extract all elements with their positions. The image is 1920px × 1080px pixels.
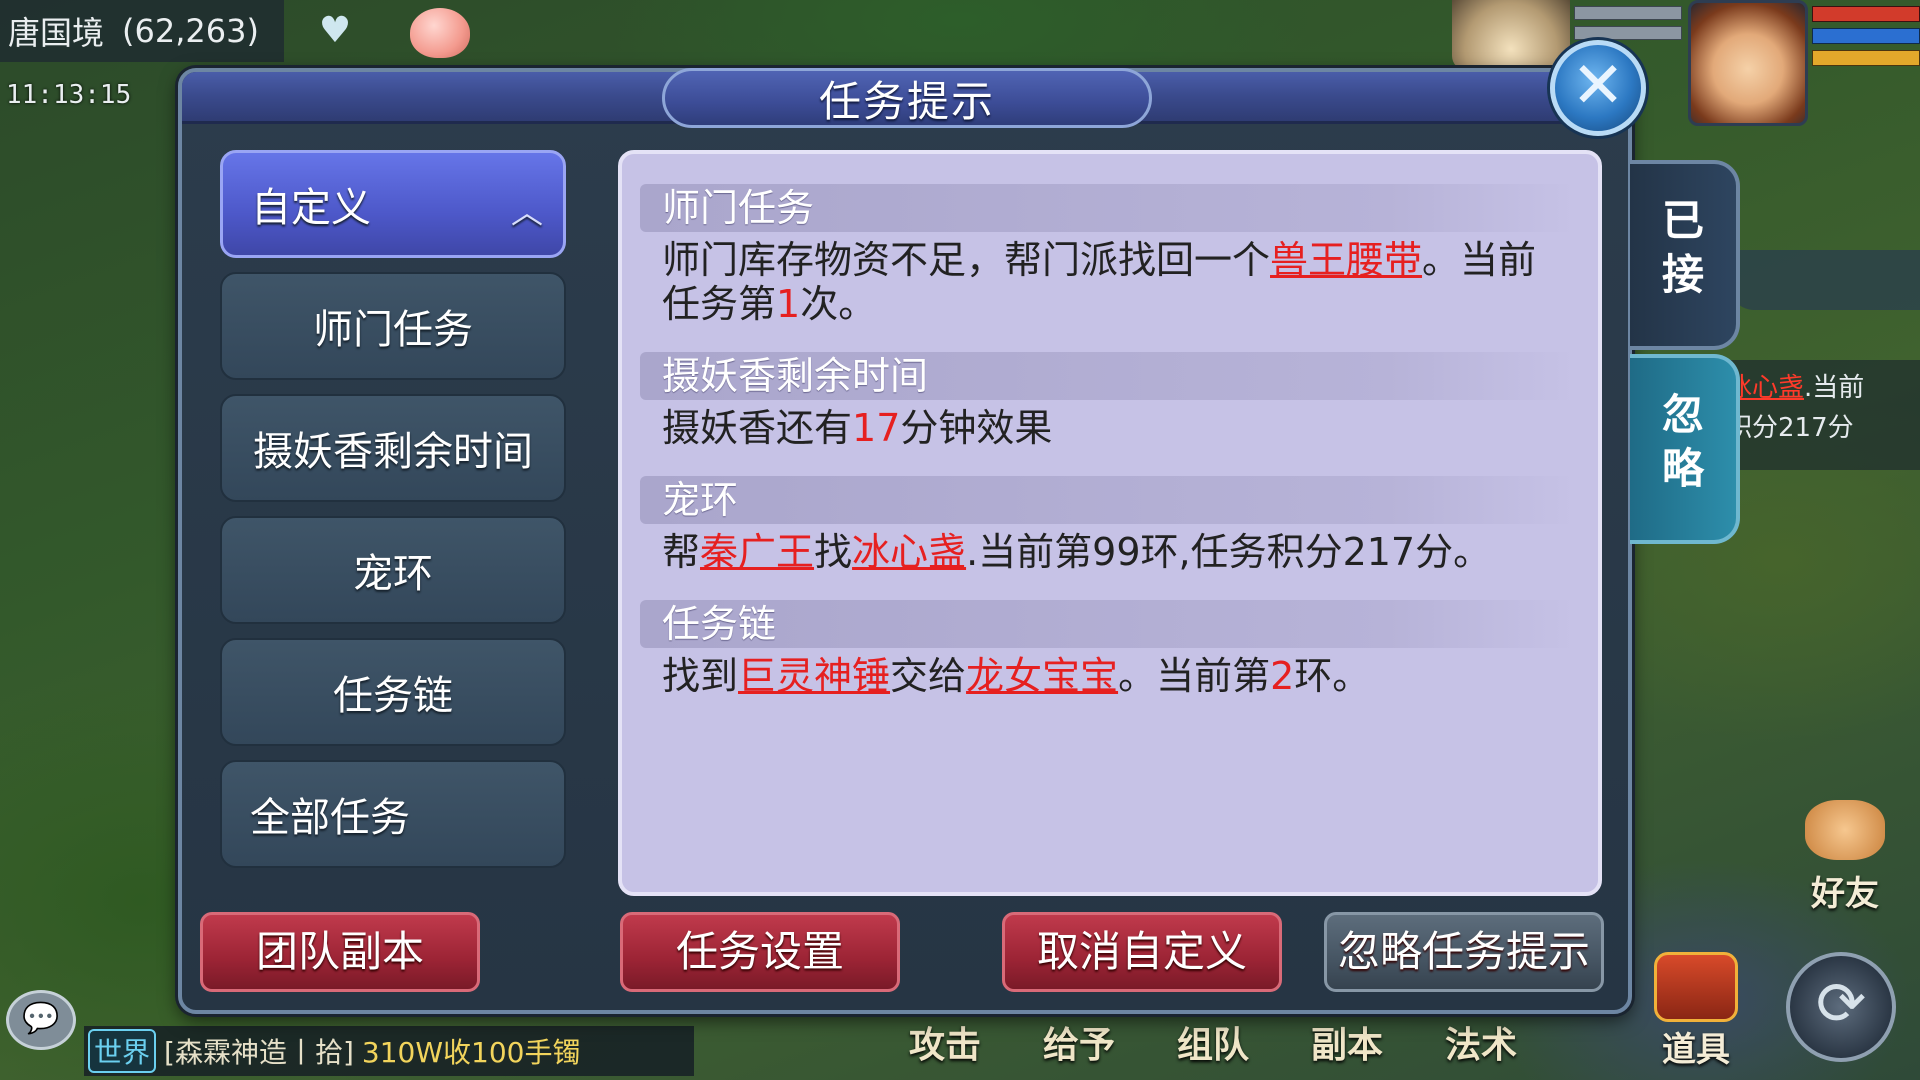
shimen-text-1: 师门库存物资不足，帮门派找回一个 [662, 238, 1271, 282]
section-header-sheyao: 摄妖香剩余时间 [640, 352, 1576, 400]
location-bar[interactable]: 唐国境 (62,263) [0, 0, 284, 62]
player-status-bars [1812, 6, 1920, 66]
sheyao-text-2: 分钟效果 [900, 406, 1053, 450]
close-button[interactable]: ✕ [1550, 40, 1646, 136]
section-body-chonghuan: 帮秦广王找冰心盏.当前第99环,任务积分217分。 [640, 524, 1576, 574]
nav-renwulian-label: 任务链 [333, 673, 453, 719]
team-dungeon-button[interactable]: 团队副本 [200, 912, 480, 992]
chat-icon[interactable]: 💬 [6, 990, 76, 1050]
section-header-chonghuan: 宠环 [640, 476, 1576, 524]
nav-renwulian[interactable]: 任务链 [220, 638, 566, 746]
background-task-tracker[interactable]: 冰心盏.当前 积分217分 [1720, 360, 1920, 470]
nav-sheyao[interactable]: 摄妖香剩余时间 [220, 394, 566, 502]
tab-ignore[interactable]: 忽 略 [1630, 354, 1740, 544]
menu-team[interactable]: 组队 [1158, 1016, 1268, 1080]
tab-ignore-char-1: 忽 [1661, 390, 1704, 439]
menu-dungeon[interactable]: 副本 [1292, 1016, 1402, 1080]
menu-give[interactable]: 给予 [1024, 1016, 1134, 1080]
chat-line[interactable]: 世界 [森霖神造丨拾] 310W收100手镯 [84, 1026, 694, 1076]
sheyao-minutes: 17 [852, 406, 901, 450]
section-header-shimen: 师门任务 [640, 184, 1576, 232]
tab-accepted-char-2: 接 [1661, 250, 1704, 299]
chonghuan-text-1: 帮 [662, 530, 701, 574]
dialog-title: 任务提示 [662, 68, 1152, 128]
renwulian-text-1: 找到 [662, 654, 739, 698]
renwulian-npc-link[interactable]: 龙女宝宝 [966, 654, 1118, 698]
task-settings-button[interactable]: 任务设置 [620, 912, 900, 992]
nav-chonghuan-label: 宠环 [353, 551, 433, 597]
handshake-icon [1805, 800, 1885, 860]
player-sp-bar [1812, 50, 1920, 66]
renwulian-item-link[interactable]: 巨灵神锤 [738, 654, 890, 698]
chat-message: 310W收100手镯 [361, 1036, 581, 1069]
chonghuan-text-3: .当前第99环,任务积分217分。 [966, 530, 1492, 574]
tab-accepted-char-1: 已 [1661, 196, 1704, 245]
section-sheyao: 摄妖香剩余时间 摄妖香还有17分钟效果 [640, 352, 1576, 450]
pet-hp-bar [1574, 6, 1682, 20]
menu-skills[interactable]: 法术 [1426, 1016, 1536, 1080]
chevron-up-icon: ︿ [510, 193, 543, 231]
renwulian-text-3: 。当前第 [1118, 654, 1271, 698]
shimen-count: 1 [776, 282, 801, 326]
friend-label: 好友 [1811, 874, 1879, 914]
section-renwulian: 任务链 找到巨灵神锤交给龙女宝宝。当前第2环。 [640, 600, 1576, 698]
shimen-text-3: 次。 [800, 282, 877, 326]
nav-custom[interactable]: 自定义 ︿ [220, 150, 566, 258]
chonghuan-item-link[interactable]: 冰心盏 [852, 530, 966, 574]
location-name: 唐国境 [8, 14, 105, 52]
tracker-after-target: .当前 [1804, 373, 1865, 403]
chonghuan-text-2: 找 [814, 530, 853, 574]
bottom-menu: 攻击 给予 组队 副本 法术 [890, 1010, 1610, 1080]
bag-label: 道具 [1662, 1030, 1730, 1070]
refresh-icon: ⟳ [1815, 969, 1867, 1039]
nav-shimen[interactable]: 师门任务 [220, 272, 566, 380]
nav-all-tasks[interactable]: 全部任务 [220, 760, 566, 868]
ignore-hints-button[interactable]: 忽略任务提示 [1324, 912, 1604, 992]
player-hp-bar [1812, 6, 1920, 22]
refresh-button[interactable]: ⟳ [1786, 952, 1896, 1062]
heart-icon[interactable]: ♥ [300, 10, 370, 54]
section-body-renwulian: 找到巨灵神锤交给龙女宝宝。当前第2环。 [640, 648, 1576, 698]
section-body-shimen: 师门库存物资不足，帮门派找回一个兽王腰带。当前任务第1次。 [640, 232, 1576, 326]
player-mp-bar [1812, 28, 1920, 44]
nav-all-tasks-label: 全部任务 [250, 795, 410, 841]
pet-avatar[interactable] [1452, 0, 1570, 70]
menu-attack[interactable]: 攻击 [890, 1016, 1000, 1080]
renwulian-ring: 2 [1270, 654, 1295, 698]
tracker-points: 积分217分 [1726, 413, 1854, 443]
location-coords: (62,263) [122, 12, 259, 50]
chest-icon [1654, 952, 1738, 1022]
bag-button[interactable]: 道具 [1636, 952, 1756, 1072]
nav-shimen-label: 师门任务 [313, 307, 473, 353]
chonghuan-npc-link[interactable]: 秦广王 [700, 530, 814, 574]
sheyao-text-1: 摄妖香还有 [662, 406, 853, 450]
nav-custom-label: 自定义 [251, 185, 371, 231]
cancel-custom-button[interactable]: 取消自定义 [1002, 912, 1282, 992]
game-clock: 11:13:15 [6, 80, 132, 110]
task-content-panel: 师门任务 师门库存物资不足，帮门派找回一个兽王腰带。当前任务第1次。 摄妖香剩余… [618, 150, 1602, 896]
section-shimen: 师门任务 师门库存物资不足，帮门派找回一个兽王腰带。当前任务第1次。 [640, 184, 1576, 326]
pet-mp-bar [1574, 26, 1682, 40]
background-tracker-tab [1730, 250, 1920, 310]
friend-button[interactable]: 好友 [1790, 800, 1900, 914]
chat-channel-badge: 世界 [88, 1029, 157, 1073]
renwulian-text-2: 交给 [890, 654, 967, 698]
chat-sender[interactable]: [森霖神造丨拾] [164, 1031, 354, 1071]
tab-ignore-char-2: 略 [1661, 444, 1704, 493]
nav-sheyao-label: 摄妖香剩余时间 [253, 429, 533, 475]
task-hint-dialog: 任务提示 ✕ 已 接 忽 略 自定义 ︿ 师门任务 摄妖香剩余时间 宠环 任务链… [178, 40, 1740, 1014]
renwulian-text-4: 环。 [1294, 654, 1371, 698]
nav-chonghuan[interactable]: 宠环 [220, 516, 566, 624]
peach-icon[interactable] [410, 8, 470, 58]
section-chonghuan: 宠环 帮秦广王找冰心盏.当前第99环,任务积分217分。 [640, 476, 1576, 574]
section-header-renwulian: 任务链 [640, 600, 1576, 648]
section-body-sheyao: 摄妖香还有17分钟效果 [640, 400, 1576, 450]
shimen-item-link[interactable]: 兽王腰带 [1270, 238, 1422, 282]
close-icon: ✕ [1571, 49, 1625, 123]
tab-accepted[interactable]: 已 接 [1630, 160, 1740, 350]
player-avatar[interactable] [1688, 0, 1808, 126]
